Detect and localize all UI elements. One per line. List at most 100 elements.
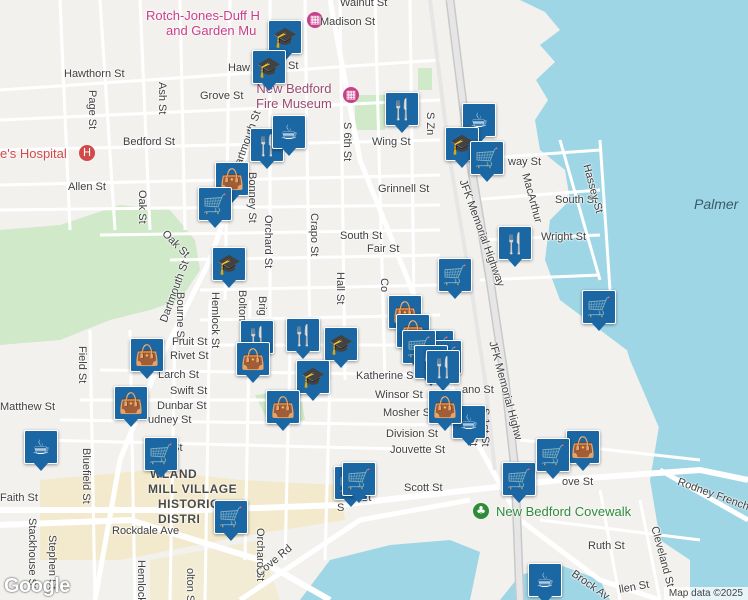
street-label-brig: Brig — [256, 296, 268, 316]
water-label-palmer: Palmer — [694, 196, 739, 212]
marker-cafe[interactable]: ☕ — [24, 430, 58, 476]
marker-box: 🎓 — [296, 360, 330, 394]
shopping-bag-icon: 👜 — [118, 391, 144, 415]
marker-shop[interactable]: 👜 — [130, 338, 164, 384]
marker-box: 🍴 — [286, 318, 320, 352]
marker-pointer — [394, 124, 410, 133]
marker-pointer — [545, 470, 561, 479]
marker-cafe[interactable]: ☕ — [528, 563, 562, 600]
street-label-bourne: Bourne St — [174, 292, 186, 341]
street-label-oak1: Oak St — [136, 190, 148, 224]
marker-pointer — [437, 422, 453, 431]
marker-pointer — [305, 392, 321, 401]
street-label-dunbar: Dunbar St — [157, 400, 207, 412]
street-label-swift: Swift St — [170, 385, 208, 397]
coffee-cup-icon: ☕ — [32, 435, 50, 459]
street-label-bedford: Bedford St — [123, 136, 175, 148]
marker-school[interactable]: 🎓 — [296, 360, 330, 406]
street-label-orchard1: Orchard St — [262, 215, 274, 269]
marker-school[interactable]: 🎓 — [252, 50, 286, 96]
street-label-grove1: Grove St — [200, 90, 244, 102]
marker-pointer — [245, 374, 261, 383]
marker-box: 🛒 — [144, 437, 178, 471]
shopping-cart-icon: 🛒 — [540, 443, 566, 467]
poi-rotch-jones-duff[interactable]: Rotch-Jones-Duff H and Garden Mu — [146, 8, 260, 38]
marker-pointer — [447, 290, 463, 299]
marker-pointer — [351, 494, 367, 503]
marker-pointer — [461, 437, 477, 446]
coffee-cup-icon: ☕ — [280, 120, 298, 144]
marker-grocery[interactable]: 🛒 — [144, 437, 178, 483]
street-label-szn: S Zn — [424, 112, 436, 136]
shopping-bag-icon: 👜 — [432, 395, 458, 419]
street-label-ash: Ash St — [156, 82, 168, 115]
marker-restaurant[interactable]: 🍴 — [385, 92, 419, 138]
marker-cafe[interactable]: ☕ — [272, 115, 306, 161]
street-label-allen: Allen St — [68, 181, 106, 193]
marker-box: 🎓 — [252, 50, 286, 84]
marker-grocery[interactable]: 🛒 — [438, 258, 472, 304]
shopping-bag-icon: 👜 — [219, 167, 245, 191]
poi-rotch-line2: and Garden Mu — [166, 23, 257, 38]
street-label-madison: Madison St — [320, 16, 376, 28]
map-attribution[interactable]: Map data ©2025 — [663, 587, 748, 600]
marker-shop[interactable]: 👜 — [266, 390, 300, 436]
marker-pointer — [507, 258, 523, 267]
street-label-hall: Hall St — [334, 272, 346, 305]
marker-box: 🛒 — [582, 290, 616, 324]
street-label-s6th: S 6th St — [341, 122, 353, 162]
graduation-cap-icon: 🎓 — [272, 25, 298, 49]
fork-knife-icon: 🍴 — [430, 355, 456, 379]
street-label-faith: Faith St — [0, 492, 38, 504]
marker-box: 👜 — [266, 390, 300, 424]
street-label-grinnell: Grinnell St — [378, 183, 430, 195]
marker-shop[interactable]: 👜 — [428, 390, 462, 436]
poi-rotch-line1: Rotch-Jones-Duff H — [146, 8, 260, 23]
marker-box: 🛒 — [502, 462, 536, 496]
street-label-fruit: Fruit St — [172, 336, 208, 348]
park-area-ne — [418, 68, 432, 90]
marker-pointer — [575, 462, 591, 471]
marker-grocery[interactable]: 🛒 — [502, 462, 536, 508]
marker-pointer — [223, 532, 239, 541]
marker-grocery[interactable]: 🛒 — [536, 438, 570, 484]
street-label-bolton2: olton St — [184, 568, 196, 600]
street-label-bolton1: Bolton — [236, 290, 248, 322]
marker-box: 🎓 — [212, 247, 246, 281]
graduation-cap-icon: 🎓 — [300, 365, 326, 389]
marker-box: 🍴 — [498, 226, 532, 260]
marker-restaurant[interactable]: 🍴 — [498, 226, 532, 272]
marker-grocery[interactable]: 🛒 — [198, 187, 232, 233]
shopping-cart-icon: 🛒 — [148, 442, 174, 466]
poi-fire-line2: Fire Museum — [256, 96, 332, 111]
map-canvas[interactable]: Palmer Rotch-Jones-Duff H and Garden Mu … — [0, 0, 748, 600]
shopping-bag-icon: 👜 — [270, 395, 296, 419]
marker-school[interactable]: 🎓 — [212, 247, 246, 293]
street-label-mosher: Mosher S — [383, 407, 431, 419]
shopping-bag-icon: 👜 — [134, 343, 160, 367]
street-label-field: Field St — [76, 346, 88, 384]
poi-hospital-label: e's Hospital — [0, 146, 67, 161]
marker-pointer — [333, 359, 349, 368]
shopping-bag-icon: 👜 — [570, 435, 596, 459]
marker-grocery[interactable]: 🛒 — [214, 500, 248, 546]
marker-pointer — [511, 494, 527, 503]
marker-box: 🛒 — [536, 438, 570, 472]
marker-restaurant[interactable]: 🍴 — [286, 318, 320, 364]
marker-grocery[interactable]: 🛒 — [470, 141, 504, 187]
street-label-matthew: Matthew St — [0, 401, 56, 413]
marker-shop[interactable]: 👜 — [566, 430, 600, 476]
marker-shop[interactable]: 👜 — [114, 386, 148, 432]
park-area-north — [355, 95, 385, 130]
poi-hospital[interactable]: e's Hospital — [0, 146, 67, 161]
marker-grocery[interactable]: 🛒 — [342, 462, 376, 508]
marker-grocery[interactable]: 🛒 — [582, 290, 616, 336]
street-label-co: Co — [378, 278, 390, 293]
marker-pointer — [537, 595, 553, 600]
google-logo: Google — [4, 575, 70, 597]
street-label-ruth: Ruth St — [588, 540, 625, 552]
street-label-ano: ano St — [462, 384, 494, 396]
marker-pointer — [123, 418, 139, 427]
marker-box: 🎓 — [268, 20, 302, 54]
marker-shop[interactable]: 👜 — [236, 342, 270, 388]
